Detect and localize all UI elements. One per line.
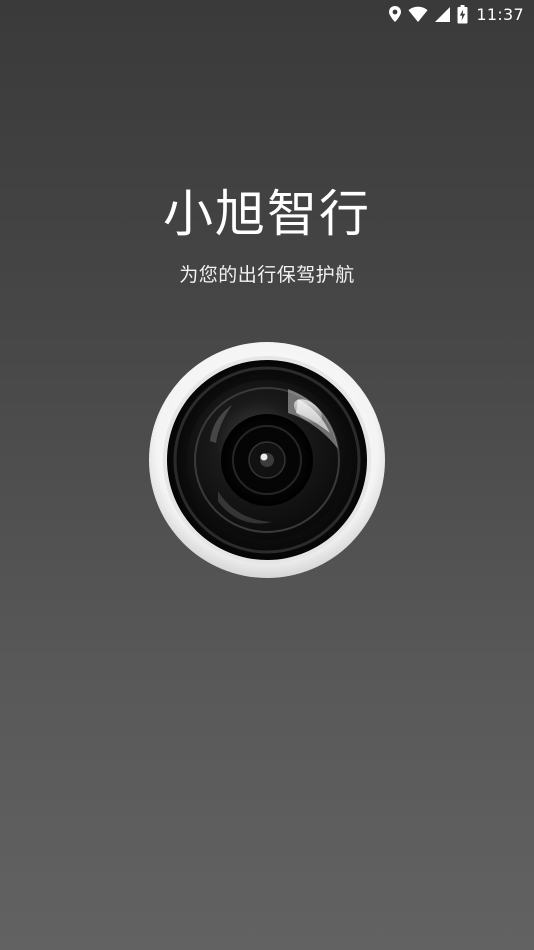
app-subtitle: 为您的出行保驾护航: [179, 264, 355, 286]
camera-lens-icon: [148, 341, 386, 579]
app-title: 小旭智行: [163, 185, 371, 243]
battery-charging-icon: [457, 4, 468, 24]
location-icon: [388, 5, 402, 23]
status-icons: 11:37: [388, 3, 524, 25]
status-time: 11:37: [476, 4, 524, 24]
wifi-icon: [408, 6, 428, 23]
signal-icon: [434, 6, 451, 23]
status-bar: 11:37: [0, 0, 534, 28]
